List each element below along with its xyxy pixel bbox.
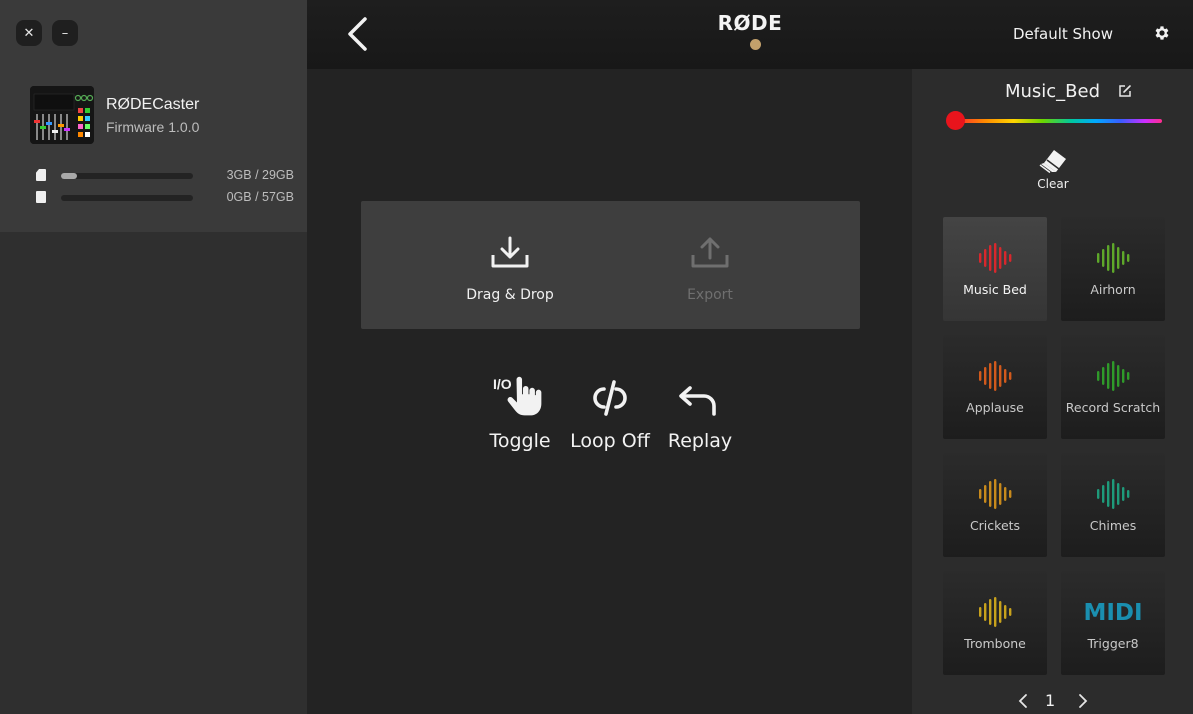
drag-drop-label[interactable]: Drag & Drop: [450, 287, 570, 303]
midi-icon[interactable]: MIDI: [1085, 599, 1141, 623]
clear-pad-button[interactable]: Clear: [1027, 147, 1079, 191]
pad-button[interactable]: Record Scratch: [1061, 335, 1165, 439]
toggle-button[interactable]: I/O Toggle: [475, 374, 565, 452]
waveform-icon[interactable]: [1095, 361, 1131, 391]
device-image: [30, 86, 94, 144]
settings-button[interactable]: [1153, 24, 1171, 42]
toggle-badge: I/O: [493, 376, 512, 392]
waveform-icon[interactable]: [977, 243, 1013, 273]
pad-button[interactable]: MIDI Trigger8: [1061, 571, 1165, 675]
storage-bar: [61, 195, 193, 201]
download-icon[interactable]: [490, 235, 530, 271]
storage-bar-fill: [61, 173, 77, 179]
sidebar: ✕ – RØDECaster Firmware 1.0.0 3GB / 29GB: [0, 0, 307, 714]
storage-capacity: 3GB / 29GB: [226, 168, 294, 182]
drop-zone[interactable]: Drag & Drop Export: [361, 201, 860, 329]
toggle-label[interactable]: Toggle: [475, 430, 565, 452]
chevron-right-icon[interactable]: [1077, 693, 1089, 709]
page-number: 1: [1045, 691, 1056, 710]
waveform-icon[interactable]: [1095, 243, 1131, 273]
pad-button[interactable]: Airhorn: [1061, 217, 1165, 321]
storage-row-drive: 0GB / 57GB: [34, 190, 294, 205]
pad-label[interactable]: Chimes: [1061, 518, 1165, 533]
pad-label[interactable]: Music Bed: [943, 282, 1047, 297]
pad-panel: Music_Bed Clear Music Bed Airhorn Applause…: [912, 69, 1193, 714]
eraser-icon[interactable]: [1037, 147, 1069, 175]
export-button[interactable]: Export: [650, 235, 770, 303]
show-selector[interactable]: Default Show: [1013, 25, 1113, 43]
pad-label[interactable]: Trombone: [943, 636, 1047, 651]
pad-label[interactable]: Airhorn: [1061, 282, 1165, 297]
replay-icon[interactable]: [670, 374, 730, 422]
color-slider-track[interactable]: [956, 119, 1162, 123]
edit-icon[interactable]: [1118, 84, 1132, 98]
device-card[interactable]: ✕ – RØDECaster Firmware 1.0.0 3GB / 29GB: [0, 0, 307, 232]
close-window-button[interactable]: ✕: [16, 20, 42, 46]
pad-button[interactable]: Chimes: [1061, 453, 1165, 557]
drag-drop-button[interactable]: Drag & Drop: [450, 235, 570, 303]
pad-button[interactable]: Music Bed: [943, 217, 1047, 321]
color-slider-handle[interactable]: [946, 111, 965, 130]
gear-icon[interactable]: [1153, 24, 1171, 42]
replay-button[interactable]: Replay: [655, 374, 745, 452]
midi-icon-text: MIDI: [1085, 600, 1141, 623]
export-label[interactable]: Export: [650, 287, 770, 303]
firmware-version: Firmware 1.0.0: [106, 119, 200, 135]
chevron-left-icon[interactable]: [1017, 693, 1029, 709]
loop-off-icon[interactable]: [580, 374, 640, 422]
header: RØDE Default Show: [307, 0, 1193, 69]
clear-label[interactable]: Clear: [1027, 177, 1079, 191]
loop-label[interactable]: Loop Off: [565, 430, 655, 452]
close-icon[interactable]: ✕: [24, 26, 35, 41]
pad-label[interactable]: Applause: [943, 400, 1047, 415]
minimize-icon[interactable]: –: [62, 26, 69, 41]
pad-button[interactable]: Crickets: [943, 453, 1047, 557]
pad-label[interactable]: Crickets: [943, 518, 1047, 533]
pad-label[interactable]: Record Scratch: [1061, 400, 1165, 415]
waveform-icon[interactable]: [977, 361, 1013, 391]
waveform-icon[interactable]: [1095, 479, 1131, 509]
storage-row-sd: 3GB / 29GB: [34, 168, 294, 183]
upload-icon[interactable]: [690, 235, 730, 271]
pad-label[interactable]: Trigger8: [1061, 636, 1165, 651]
waveform-icon[interactable]: [977, 479, 1013, 509]
drive-icon: [36, 191, 46, 203]
pad-button[interactable]: Applause: [943, 335, 1047, 439]
logo-dot: [750, 39, 761, 50]
pad-button[interactable]: Trombone: [943, 571, 1047, 675]
pad-title[interactable]: Music_Bed: [912, 81, 1193, 102]
storage-bar: [61, 173, 193, 179]
replay-label[interactable]: Replay: [655, 430, 745, 452]
minimize-window-button[interactable]: –: [52, 20, 78, 46]
device-name: RØDECaster: [106, 96, 200, 113]
loop-button[interactable]: Loop Off: [565, 374, 655, 452]
toggle-hand-icon[interactable]: I/O: [490, 374, 550, 422]
edit-title-button[interactable]: [1118, 83, 1132, 97]
storage-capacity: 0GB / 57GB: [226, 190, 294, 204]
sd-card-icon: [36, 169, 46, 181]
waveform-icon[interactable]: [977, 597, 1013, 627]
